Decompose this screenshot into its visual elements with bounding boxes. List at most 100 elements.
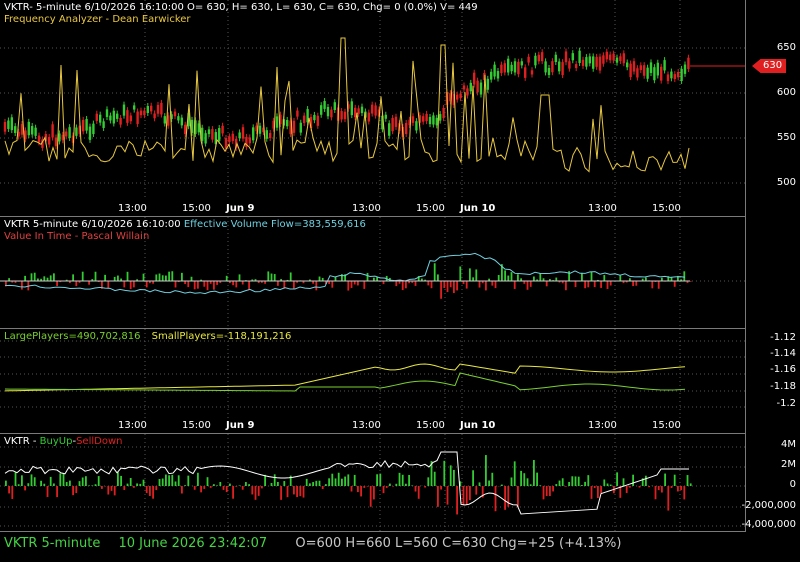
buysell-bar — [542, 486, 545, 500]
candle — [163, 116, 166, 124]
candle — [394, 116, 398, 127]
buysell-bar — [264, 474, 266, 486]
buysell-bar — [46, 486, 49, 497]
volume-bar — [43, 276, 46, 281]
candle — [456, 94, 459, 100]
buysell-bar — [603, 479, 606, 486]
candle — [374, 105, 377, 116]
buysell-bar — [81, 477, 84, 486]
candle — [585, 57, 588, 67]
candle — [292, 120, 296, 133]
buysell-bar — [401, 474, 404, 486]
buysell-bar — [200, 486, 202, 493]
buysell-bar — [11, 486, 14, 499]
volume-bar — [267, 271, 270, 281]
buysell-bar — [222, 486, 225, 490]
buysell-bar — [101, 486, 103, 489]
buysell-bar — [456, 486, 458, 515]
buysell-bar — [357, 486, 359, 493]
volume-bar — [331, 281, 334, 288]
candle — [510, 64, 513, 72]
buysell-bar — [680, 486, 682, 491]
candle — [687, 57, 690, 70]
candle — [500, 64, 503, 74]
players-panel[interactable]: LargePlayers=490,702,816 SmallPlayers=-1… — [0, 329, 745, 434]
buysell-bar — [561, 478, 564, 486]
candle — [204, 133, 207, 144]
candle — [7, 120, 10, 129]
candle — [493, 64, 496, 77]
candle — [350, 101, 353, 116]
buysell-bar — [545, 486, 548, 496]
volume-bar — [645, 277, 647, 281]
candle — [636, 68, 639, 78]
buysell-bar — [427, 477, 430, 486]
price-panel[interactable]: VKTR- 5-minute 6/10/2026 16:10:00 O= 630… — [0, 0, 745, 217]
buyup-selldown-panel[interactable]: VKTR - BuyUp-SellDown — [0, 434, 745, 532]
buysell-bar — [94, 484, 97, 486]
volume-bar — [657, 281, 660, 289]
volume-bar — [270, 273, 273, 281]
buysell-bar — [219, 481, 222, 486]
volume-bar — [318, 276, 321, 281]
volume-bar — [213, 281, 215, 290]
tick: 13:00 — [118, 420, 147, 431]
candle — [248, 137, 251, 144]
candle — [442, 107, 445, 119]
buysell-bar — [513, 461, 516, 486]
volume-flow-panel[interactable]: VKTR 5-minute 6/10/2026 16:10:00 Effecti… — [0, 217, 745, 329]
buysell-bar — [446, 486, 449, 505]
buysell-bar — [395, 483, 398, 486]
candle — [367, 112, 370, 122]
candle — [629, 63, 632, 78]
buysell-bar — [85, 476, 87, 486]
volume-bar — [574, 281, 577, 288]
buysell-bar — [382, 486, 385, 494]
buysell-bar — [75, 486, 78, 494]
candle — [303, 115, 306, 124]
buysell-bar — [5, 480, 7, 486]
candle — [646, 67, 649, 79]
y-label: 0 — [789, 479, 796, 490]
volume-bar — [353, 281, 356, 285]
buysell-bar — [616, 472, 618, 486]
candle — [598, 56, 602, 71]
buysell-bar — [667, 486, 670, 511]
buysell-bar — [27, 483, 30, 486]
buysell-bar — [622, 478, 625, 486]
candle — [602, 55, 605, 64]
candle — [102, 121, 105, 128]
candle — [58, 133, 61, 142]
buysell-bar — [625, 486, 628, 493]
buysell-bar — [571, 476, 574, 486]
candle — [241, 127, 245, 139]
candle — [476, 80, 479, 93]
candle — [133, 105, 136, 110]
candle — [622, 53, 625, 64]
buysell-bar — [277, 481, 279, 486]
volume-bar — [155, 274, 158, 281]
volume-bar — [24, 275, 26, 281]
y-label: -1.2 — [776, 398, 796, 409]
volume-bar — [165, 275, 167, 281]
volume-bar — [651, 281, 654, 289]
volume-bar — [238, 274, 241, 281]
buysell-bar — [673, 474, 676, 486]
buysell-bar — [139, 483, 142, 486]
buysell-bar — [142, 479, 145, 486]
candle — [51, 124, 54, 138]
volume-bar — [123, 281, 126, 288]
buysell-bar — [334, 478, 337, 486]
buysell-bar — [414, 486, 417, 492]
candle — [425, 113, 428, 122]
volume-bar — [94, 271, 97, 281]
buysell-bar — [235, 486, 238, 487]
candle — [459, 93, 462, 99]
candle — [439, 114, 442, 121]
series-line — [4, 252, 686, 295]
candle — [357, 108, 360, 114]
volume-bar — [53, 273, 55, 281]
volume-bar — [88, 281, 90, 285]
candle — [670, 71, 673, 79]
volume-bar — [401, 281, 404, 291]
